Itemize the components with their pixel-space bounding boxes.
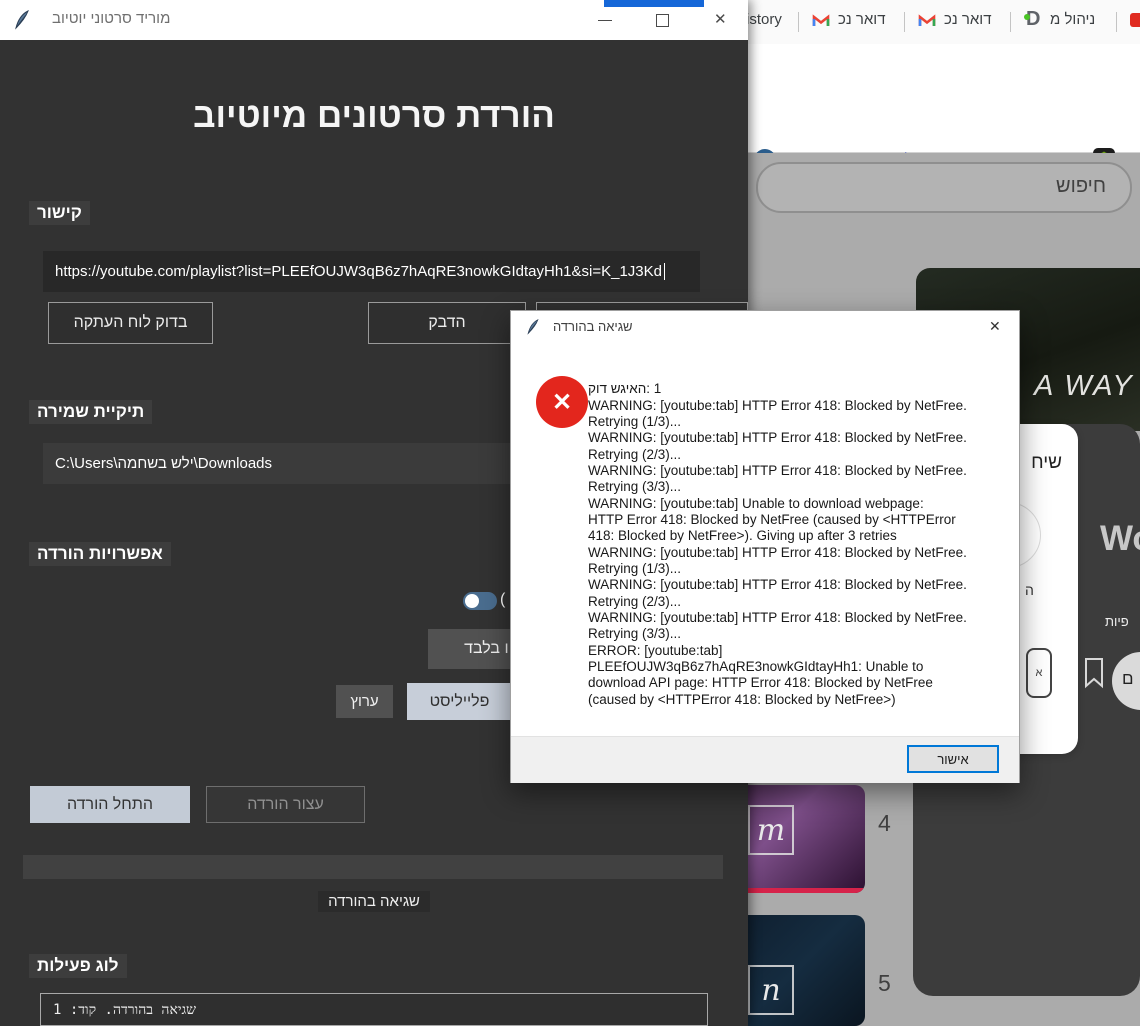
thumbnail-script-letter: m <box>756 812 786 848</box>
tab-separator <box>1116 12 1117 32</box>
browser-bookmarks-bar: TG עדכוני טכנולגיה וידאו טוב - מאגר סר..… <box>748 44 1140 176</box>
error-log-line: Retrying (2/3)... <box>588 594 682 609</box>
share-pill-button[interactable]: ם <box>1112 652 1140 710</box>
error-log-line: Retrying (2/3)... <box>588 447 682 462</box>
python-feather-icon <box>15 9 29 30</box>
paste-label: הדבק <box>428 314 466 331</box>
ok-label: אישור <box>937 751 969 767</box>
close-button[interactable]: ✕ <box>714 10 727 28</box>
error-log-line: Retrying (3/3)... <box>588 626 682 641</box>
log-section-label: לוג פעילות <box>29 954 127 978</box>
start-download-label: התחל הורדה <box>66 795 154 813</box>
error-log-line: WARNING: [youtube:tab] HTTP Error 418: B… <box>588 463 967 478</box>
screen: istory דואר נכ דואר נכ D ניהול מ TG עדכו… <box>0 0 1140 1026</box>
frame-glyph: א <box>1035 667 1043 679</box>
card-title-fragment: שיח <box>1031 452 1062 473</box>
hero-thumbnail-text: A WAY <box>1034 370 1134 402</box>
error-log-line: PLEEfOUJW3qB6z7hAqRE3nowkGIdtayHh1: Unab… <box>588 659 924 674</box>
panel-subtext-fragment: פיות <box>1105 614 1129 629</box>
error-log-line: Retrying (3/3)... <box>588 479 682 494</box>
python-feather-icon <box>527 318 539 335</box>
error-log-line: WARNING: [youtube:tab] HTTP Error 418: B… <box>588 610 967 625</box>
minimize-button[interactable] <box>598 20 612 21</box>
paste-button[interactable]: הדבק <box>368 302 526 344</box>
search-pill[interactable]: חיפוש <box>756 162 1132 213</box>
playlist-button[interactable]: פלייליסט <box>407 683 512 720</box>
tab-separator <box>904 12 905 32</box>
tab-gmail-1[interactable]: דואר נכ <box>838 11 886 28</box>
error-log-line: Retrying (1/3)... <box>588 414 682 429</box>
browser-tab-strip: istory דואר נכ דואר נכ D ניהול מ <box>746 0 1140 44</box>
device-frame-icon[interactable]: א <box>1026 648 1052 698</box>
error-log-line: קוד שגיאה: 1 <box>588 381 662 396</box>
error-log-line: HTTP Error 418: Blocked by NetFree (caus… <box>588 512 956 527</box>
stop-download-label: עצור הורדה <box>247 795 324 813</box>
check-clipboard-label: בדוק לוח העתקה <box>73 314 188 331</box>
gmail-icon <box>918 14 936 26</box>
error-icon: ✕ <box>536 376 588 428</box>
dialog-close-button[interactable]: ✕ <box>989 318 1001 335</box>
status-text: שגיאה בהורדה <box>318 891 430 912</box>
tab-admin[interactable]: ניהול מ <box>1050 11 1095 28</box>
url-value: https://youtube.com/playlist?list=PLEEfO… <box>55 263 665 280</box>
video-toggle[interactable] <box>463 592 497 610</box>
error-log-line: WARNING: [youtube:tab] HTTP Error 418: B… <box>588 430 967 445</box>
check-clipboard-button[interactable]: בדוק לוח העתקה <box>48 302 213 344</box>
stop-download-button[interactable]: עצור הורדה <box>206 786 365 823</box>
url-input[interactable]: https://youtube.com/playlist?list=PLEEfO… <box>43 251 700 292</box>
status-row: שגיאה בהורדה <box>0 891 748 912</box>
toggle-knob <box>465 594 479 608</box>
panel-heading-fragment: Wo <box>1100 519 1140 558</box>
search-label: חיפוש <box>1056 175 1106 197</box>
playlist-index-4: 4 <box>878 810 891 836</box>
playlist-label: פלייליסט <box>429 692 490 710</box>
error-log-line: ERROR: [youtube:tab] <box>588 643 723 658</box>
error-log-line: WARNING: [youtube:tab] HTTP Error 418: B… <box>588 398 967 413</box>
options-section-label: אפשרויות הורדה <box>29 542 171 566</box>
link-section-label: קישור <box>29 201 90 225</box>
bookmark-save-icon[interactable] <box>1082 656 1106 690</box>
error-log-line: WARNING: [youtube:tab] Unable to downloa… <box>588 496 924 511</box>
youtube-tab-icon[interactable] <box>1130 13 1140 27</box>
progress-bar <box>23 855 723 879</box>
error-dialog: שגיאה בהורדה ✕ ✕ קוד שגיאה: 1 WARNING: [… <box>510 310 1020 783</box>
playlist-index-5: 5 <box>878 970 891 996</box>
error-log-line: 418: Blocked by NetFree>). Giving up aft… <box>588 528 897 543</box>
app-title: מוריד סרטוני יוטיוב <box>52 10 171 27</box>
error-x-glyph: ✕ <box>551 388 573 416</box>
error-log-line: Retrying (1/3)... <box>588 561 682 576</box>
pill-label-fragment: ם <box>1122 669 1134 688</box>
card-subtext-fragment: ה <box>1025 582 1034 598</box>
blue-strip-fragment <box>604 0 704 7</box>
toggle-paren-text: ( <box>500 591 506 608</box>
channel-button[interactable]: ערוץ <box>336 685 393 718</box>
error-log-line: WARNING: [youtube:tab] HTTP Error 418: B… <box>588 545 967 560</box>
folder-section-label: תיקיית שמירה <box>29 400 153 424</box>
maximize-button[interactable] <box>656 14 669 27</box>
thumbnail-logo-frame: n <box>748 965 794 1015</box>
activity-log-box[interactable]: שגיאה בהורדה. קוד: 1 <box>40 993 708 1026</box>
folder-path-value: C:\Users\המחשב שלי\Downloads <box>55 455 273 472</box>
page-title: הורדת סרטונים מיוטיוב <box>193 96 555 135</box>
tab-history[interactable]: istory <box>746 11 782 28</box>
tab-gmail-2[interactable]: דואר נכ <box>944 11 992 28</box>
log-line: שגיאה בהורדה. קוד: 1 <box>53 1002 197 1018</box>
error-log-line: WARNING: [youtube:tab] HTTP Error 418: B… <box>588 577 967 592</box>
gmail-icon <box>812 14 830 26</box>
tab-separator <box>798 12 799 32</box>
d-logo-icon: D <box>1024 8 1041 30</box>
start-download-button[interactable]: התחל הורדה <box>30 786 190 823</box>
error-log-line: (caused by <HTTPError 418: Blocked by Ne… <box>588 692 896 707</box>
dialog-titlebar: שגיאה בהורדה ✕ <box>511 311 1019 343</box>
channel-label: ערוץ <box>350 693 379 710</box>
dialog-title: שגיאה בהורדה <box>553 319 633 334</box>
ok-button[interactable]: אישור <box>907 745 999 773</box>
error-log-line: download API page: HTTP Error 418: Block… <box>588 675 933 690</box>
thumbnail-script-letter: n <box>761 972 781 1008</box>
tab-separator <box>1010 12 1011 32</box>
thumbnail-logo-frame: m <box>748 805 794 855</box>
